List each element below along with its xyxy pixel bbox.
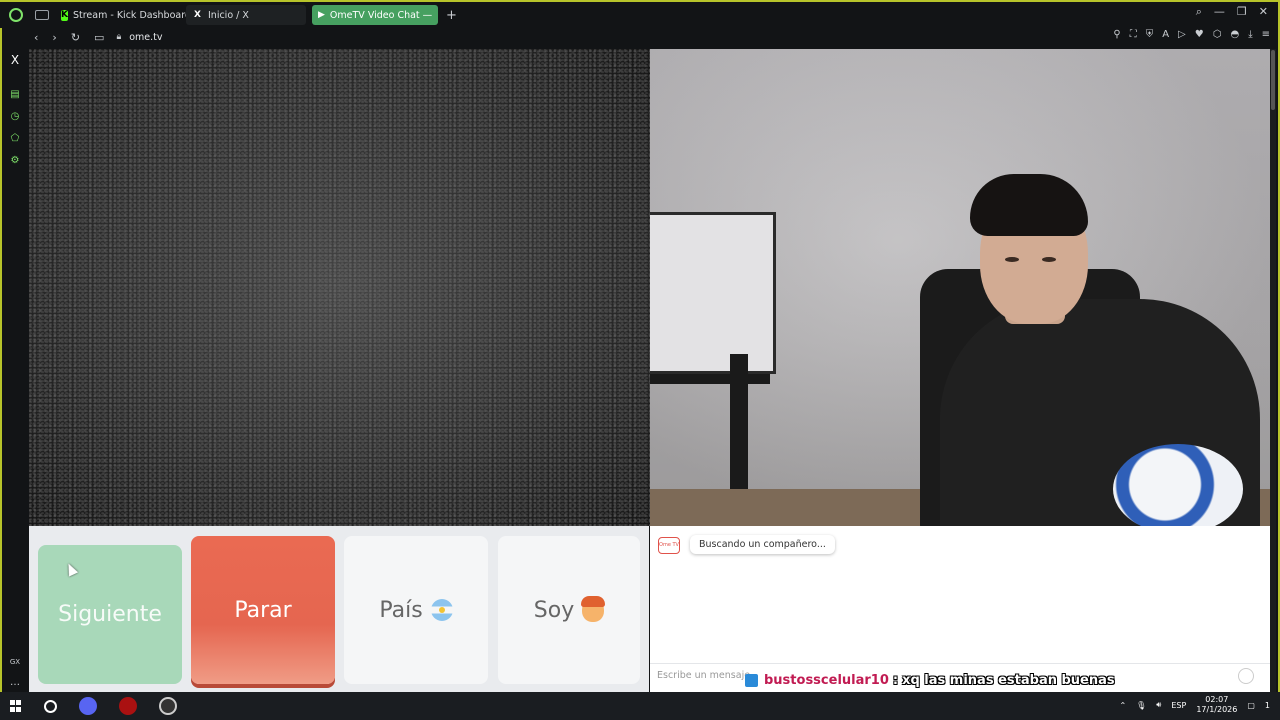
back-icon[interactable]: ‹ xyxy=(34,31,38,44)
address-bar-actions: ⚲ ⛶ ⛨ A ▷ ♥ ⬡ ◓ ⤓ ≡ xyxy=(1113,29,1270,40)
tray-chevron-icon[interactable]: ⌃ xyxy=(1119,701,1126,710)
next-button[interactable]: Siguiente xyxy=(38,545,182,684)
kick-icon: K xyxy=(61,9,68,21)
self-camera-video xyxy=(650,49,1270,526)
reload-icon[interactable]: ↻ xyxy=(71,31,80,44)
opera-gx-taskbar-icon[interactable] xyxy=(119,697,137,715)
stop-label: Parar xyxy=(234,597,292,623)
account-icon[interactable]: ◓ xyxy=(1230,29,1239,40)
volume-icon[interactable]: 🔊︎ xyxy=(1156,700,1161,710)
bookmarks-icon[interactable]: ▤ xyxy=(9,88,21,100)
country-label: País xyxy=(379,597,423,623)
ball xyxy=(1113,444,1243,526)
play-icon[interactable]: ▷ xyxy=(1178,29,1186,40)
gx-label: GX xyxy=(9,658,21,666)
chat-status-message: Buscando un compañero... xyxy=(690,535,835,554)
history-icon[interactable]: ◷ xyxy=(9,110,21,122)
tab-overview-icon[interactable] xyxy=(35,10,49,20)
clock-date: 17/1/2026 xyxy=(1196,705,1238,714)
tab-label: Stream - Kick Dashboard xyxy=(72,9,191,21)
ometv-logo-icon: Ome TV xyxy=(658,537,680,554)
notifications-icon[interactable]: ▢ xyxy=(1247,701,1255,710)
clock-time: 02:07 xyxy=(1205,695,1229,704)
translate-icon[interactable]: A xyxy=(1162,29,1169,40)
partner-video xyxy=(29,49,650,526)
stop-button[interactable]: Parar xyxy=(191,536,335,684)
more-icon[interactable]: … xyxy=(9,676,21,688)
clock[interactable]: 02:07 17/1/2026 xyxy=(1196,695,1237,715)
notification-count: 1 xyxy=(1264,700,1270,710)
kick-badge-icon xyxy=(745,673,758,687)
person-eye xyxy=(1042,257,1056,262)
chat-panel: Ome TV Buscando un compañero... Escribe … xyxy=(650,526,1270,692)
x-sidebar-icon[interactable]: X xyxy=(9,53,21,67)
shield-icon[interactable]: ⛨ xyxy=(1146,29,1154,40)
pin-icon[interactable]: ⚲ xyxy=(1113,29,1120,40)
system-tray: ⌃ 🎙︎ 🔊︎ ESP 02:07 17/1/2026 ▢ 1 xyxy=(1119,695,1270,715)
lock-icon: 🔒︎ xyxy=(116,32,122,42)
opera-gx-logo-icon[interactable] xyxy=(9,8,23,22)
obs-icon[interactable] xyxy=(159,697,177,715)
search-icon[interactable]: ⌕ xyxy=(1196,5,1202,19)
scrollbar-thumb[interactable] xyxy=(1271,50,1275,110)
argentina-flag-icon xyxy=(430,599,453,621)
boy-emoji-icon xyxy=(581,596,606,622)
gender-label: Soy xyxy=(533,597,575,623)
extensions-icon[interactable]: ⬡ xyxy=(1213,29,1222,40)
microphone-icon[interactable]: 🎙︎ xyxy=(1136,701,1146,710)
camera-icon[interactable]: ▭ xyxy=(94,31,104,44)
tab-ometv[interactable]: ▶ OmeTV Video Chat — xyxy=(312,5,438,25)
new-tab-button[interactable]: + xyxy=(446,8,457,23)
windows-taskbar: ⌃ 🎙︎ 🔊︎ ESP 02:07 17/1/2026 ▢ 1 xyxy=(0,692,1280,720)
address-bar: ‹ › ↻ ▭ 🔒︎ ome.tv ⚲ ⛶ ⛨ A ▷ ♥ ⬡ ◓ ⤓ ≡ xyxy=(2,27,1276,47)
menu-icon[interactable]: ≡ xyxy=(1262,29,1270,40)
forward-icon[interactable]: › xyxy=(52,31,56,44)
tab-label: Inicio / X xyxy=(208,9,249,21)
country-button[interactable]: País xyxy=(344,536,488,684)
heart-icon[interactable]: ♥ xyxy=(1195,29,1204,40)
tab-kick-dashboard[interactable]: K Stream - Kick Dashboard xyxy=(55,5,191,25)
minimize-icon[interactable]: — xyxy=(1214,5,1225,19)
browser-sidebar: X ▤ ◷ ⬠ ⚙ GX … xyxy=(2,48,29,692)
message-input[interactable]: Escribe un mensaje xyxy=(657,670,750,681)
overlay-separator: : xyxy=(892,672,899,688)
windows-start-icon[interactable] xyxy=(10,700,22,712)
stream-chat-overlay: bustosscelular10 : xq las minas estaban … xyxy=(745,672,1115,688)
whiteboard xyxy=(650,212,776,374)
restore-icon[interactable]: ❐ xyxy=(1237,5,1247,19)
overlay-message: xq las minas estaban buenas xyxy=(902,672,1115,688)
audio-playing-icon: ▶ xyxy=(318,10,325,20)
person-eye xyxy=(1005,257,1019,262)
tab-bar: K Stream - Kick Dashboard X Inicio / X ▶… xyxy=(0,2,1276,28)
chat-controls: Siguiente Parar País Soy xyxy=(29,526,649,692)
url-field[interactable]: ome.tv xyxy=(129,32,162,43)
emoji-picker-icon[interactable] xyxy=(1238,668,1254,684)
nav-buttons: ‹ › ↻ ▭ xyxy=(34,31,104,44)
tab-x-inicio[interactable]: X Inicio / X xyxy=(186,5,306,25)
close-icon[interactable]: ✕ xyxy=(1259,5,1268,19)
download-icon[interactable]: ⤓ xyxy=(1248,29,1252,40)
extensions-sidebar-icon[interactable]: ⬠ xyxy=(9,132,21,144)
language-indicator[interactable]: ESP xyxy=(1171,701,1186,710)
settings-icon[interactable]: ⚙ xyxy=(9,154,21,166)
tab-label: OmeTV Video Chat — xyxy=(329,9,433,21)
next-label: Siguiente xyxy=(58,602,162,627)
page-scrollbar[interactable] xyxy=(1270,49,1276,692)
taskbar-search-icon[interactable] xyxy=(44,699,57,713)
x-icon: X xyxy=(194,10,201,20)
overlay-username: bustosscelular10 xyxy=(764,672,889,688)
discord-icon[interactable] xyxy=(79,697,97,715)
window-controls: ⌕ — ❐ ✕ xyxy=(1196,5,1268,19)
stand-bar xyxy=(650,374,770,384)
snapshot-icon[interactable]: ⛶ xyxy=(1130,29,1137,40)
gender-button[interactable]: Soy xyxy=(498,536,640,684)
